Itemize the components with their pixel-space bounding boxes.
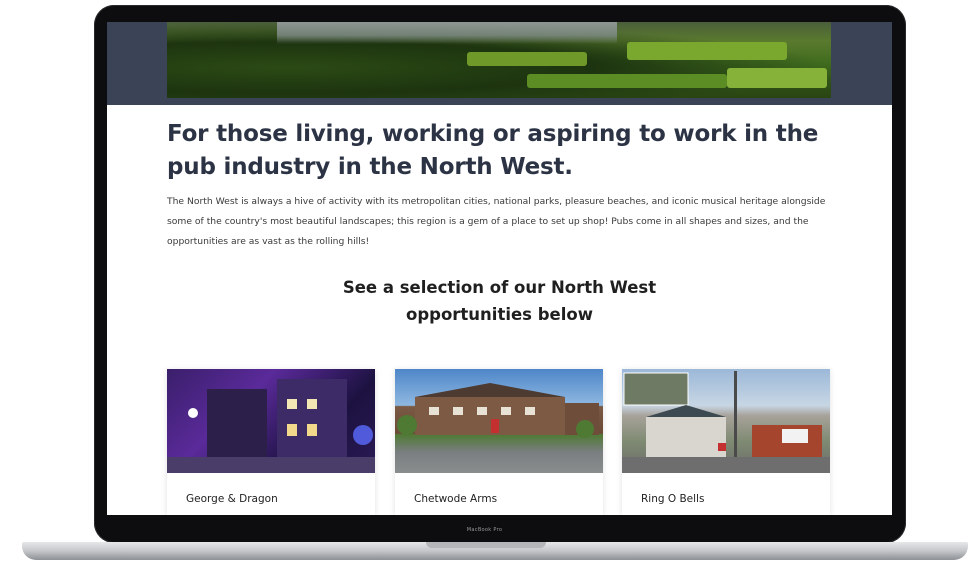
intro-paragraph: The North West is always a hive of activ… xyxy=(167,196,826,247)
card-title[interactable]: Chetwode Arms xyxy=(414,493,497,505)
opportunity-card[interactable]: Chetwode Arms xyxy=(395,369,603,515)
hero-field xyxy=(627,42,787,60)
opportunity-card[interactable]: George & Dragon xyxy=(167,369,375,515)
hero-town-area xyxy=(277,22,617,44)
bezel-label: MacBook Pro xyxy=(466,527,503,533)
ring-o-bells-photo xyxy=(622,371,830,473)
header-band xyxy=(107,22,892,105)
card-image[interactable] xyxy=(167,369,375,473)
hero-field xyxy=(467,52,587,66)
chetwode-arms-photo xyxy=(397,383,599,438)
intro-section: For those living, working or aspiring to… xyxy=(167,118,831,252)
hero-field xyxy=(527,74,727,88)
card-title[interactable]: George & Dragon xyxy=(186,493,278,505)
hero-field xyxy=(727,68,827,88)
card-image[interactable] xyxy=(622,369,830,473)
card-image[interactable] xyxy=(395,369,603,473)
opportunities-heading: See a selection of our North West opport… xyxy=(342,278,657,324)
opportunity-card[interactable]: Ring O Bells xyxy=(622,369,830,515)
page-headline: For those living, working or aspiring to… xyxy=(167,121,819,180)
hero-landscape-image xyxy=(167,22,831,98)
laptop-notch xyxy=(426,542,546,548)
browser-screen: For those living, working or aspiring to… xyxy=(107,22,892,515)
card-title[interactable]: Ring O Bells xyxy=(641,493,704,505)
george-dragon-photo xyxy=(167,379,375,473)
